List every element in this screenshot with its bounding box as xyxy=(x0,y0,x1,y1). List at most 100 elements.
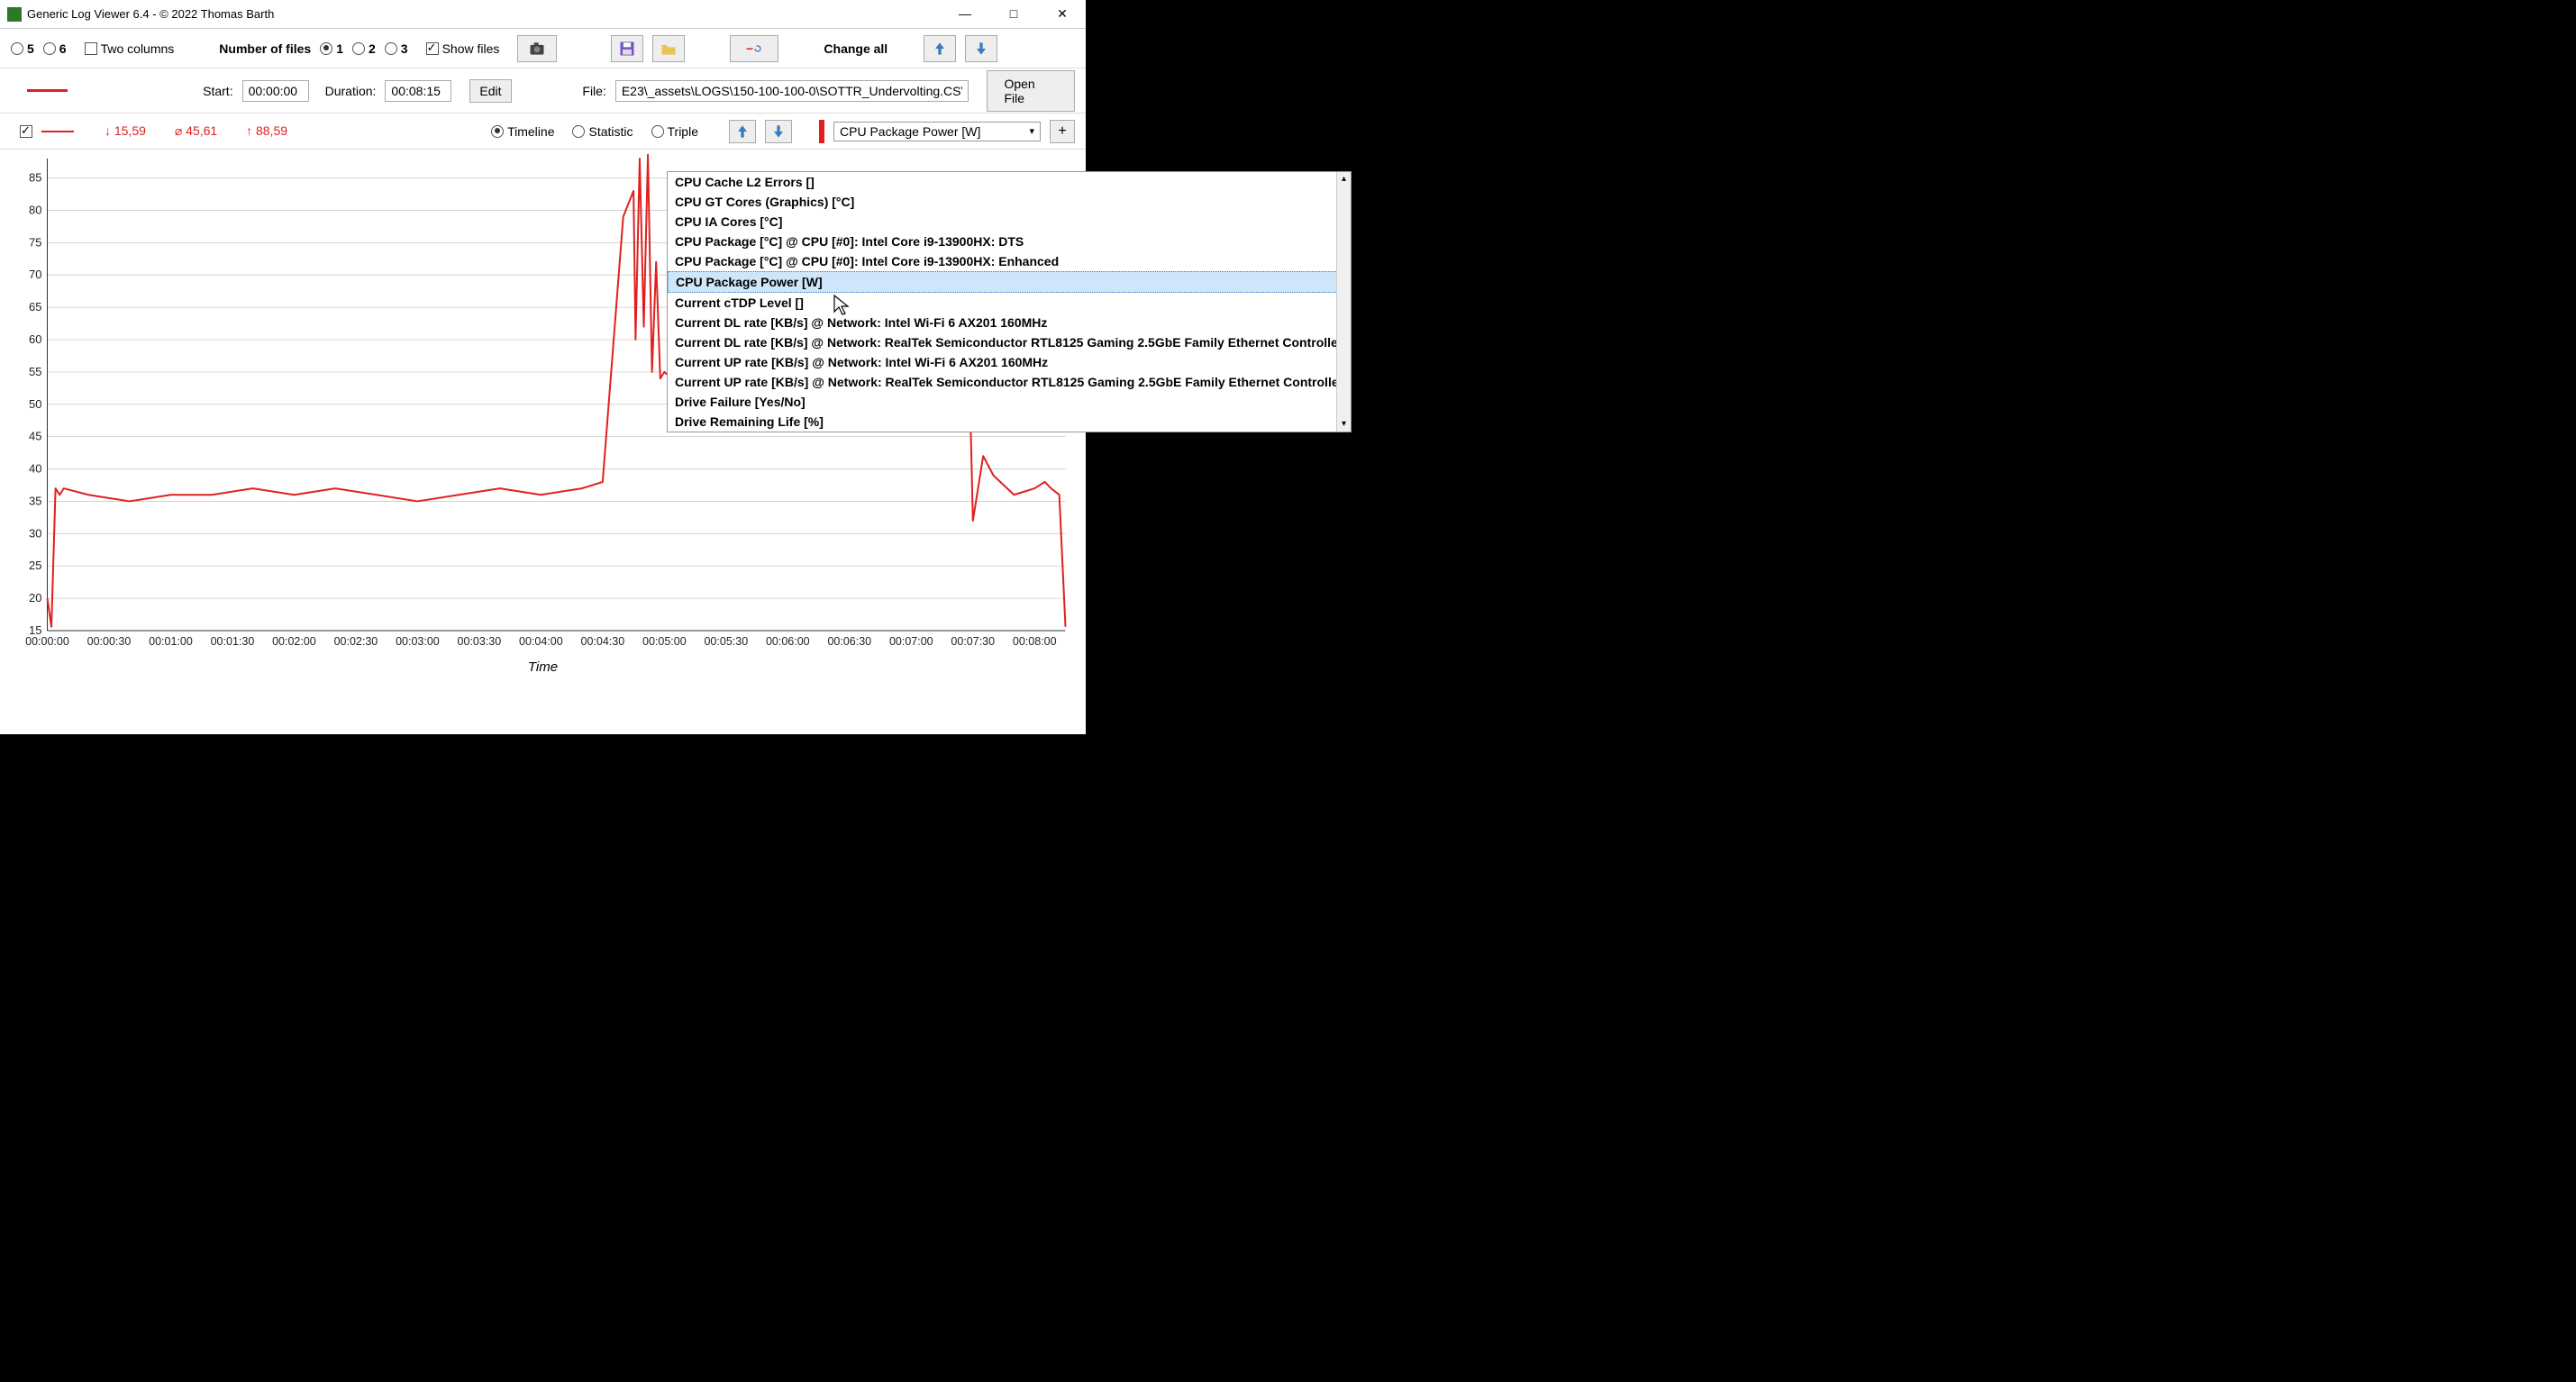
svg-text:20: 20 xyxy=(29,591,41,605)
open-file-button[interactable]: Open File xyxy=(987,70,1075,112)
screenshot-button[interactable] xyxy=(517,35,557,62)
svg-text:00:07:00: 00:07:00 xyxy=(889,635,933,648)
dropdown-item[interactable]: CPU IA Cores [°C] xyxy=(668,212,1351,232)
dropdown-item[interactable]: CPU Package [°C] @ CPU [#0]: Intel Core … xyxy=(668,232,1351,251)
series-visible-checkbox[interactable] xyxy=(20,125,32,138)
folder-icon xyxy=(660,40,678,58)
svg-text:00:06:00: 00:06:00 xyxy=(766,635,810,648)
toolbar-top: 5 6 Two columns Number of files 1 2 3 Sh… xyxy=(0,29,1086,68)
minimize-button[interactable]: — xyxy=(949,6,981,22)
checkbox-two-columns[interactable]: Two columns xyxy=(85,41,175,56)
svg-text:60: 60 xyxy=(29,332,41,346)
toolbar-series: ↓ 15,59 ⌀ 45,61 ↑ 88,59 Timeline Statist… xyxy=(0,114,1086,150)
radio-numfiles-2[interactable]: 2 xyxy=(352,41,376,56)
dropdown-item[interactable]: Current DL rate [KB/s] @ Network: Intel … xyxy=(668,313,1351,332)
arrow-down-icon xyxy=(972,40,990,58)
titlebar: Generic Log Viewer 6.4 - © 2022 Thomas B… xyxy=(0,0,1086,29)
move-up-all-button[interactable] xyxy=(924,35,956,62)
minus-refresh-icon xyxy=(745,40,763,58)
move-series-up-button[interactable] xyxy=(729,120,756,143)
svg-text:35: 35 xyxy=(29,494,41,507)
close-button[interactable]: ✕ xyxy=(1046,6,1079,22)
stat-max: ↑ 88,59 xyxy=(246,123,300,138)
radio-view-triple[interactable]: Triple xyxy=(651,124,699,139)
svg-text:00:03:00: 00:03:00 xyxy=(396,635,440,648)
svg-text:00:00:00: 00:00:00 xyxy=(25,635,69,648)
dropdown-item[interactable]: CPU Cache L2 Errors [] xyxy=(668,172,1351,192)
svg-text:65: 65 xyxy=(29,300,41,314)
checkbox-show-files[interactable]: Show files xyxy=(426,41,500,56)
svg-text:00:00:30: 00:00:30 xyxy=(87,635,132,648)
camera-icon xyxy=(528,40,546,58)
dropdown-item[interactable]: Current cTDP Level [] xyxy=(668,293,1351,313)
dropdown-item[interactable]: Drive Remaining Life [%] xyxy=(668,412,1351,432)
change-all-label: Change all xyxy=(824,41,887,56)
svg-text:80: 80 xyxy=(29,203,41,216)
stat-avg: ⌀ 45,61 xyxy=(175,123,230,138)
radio-numfiles-3[interactable]: 3 xyxy=(385,41,408,56)
edit-button[interactable]: Edit xyxy=(469,79,511,103)
move-down-all-button[interactable] xyxy=(965,35,997,62)
dropdown-item[interactable]: CPU GT Cores (Graphics) [°C] xyxy=(668,192,1351,212)
window-title: Generic Log Viewer 6.4 - © 2022 Thomas B… xyxy=(27,7,949,21)
svg-text:00:03:30: 00:03:30 xyxy=(458,635,502,648)
svg-text:00:07:30: 00:07:30 xyxy=(951,635,995,648)
arrow-up-icon xyxy=(733,123,751,141)
series-marker xyxy=(819,120,824,143)
start-input[interactable] xyxy=(242,80,309,102)
series-color-indicator xyxy=(41,131,74,132)
stat-min: ↓ 15,59 xyxy=(105,123,159,138)
radio-6[interactable]: 6 xyxy=(43,41,67,56)
svg-text:70: 70 xyxy=(29,268,41,281)
num-files-label: Number of files xyxy=(219,41,311,56)
svg-text:75: 75 xyxy=(29,235,41,249)
duration-input[interactable] xyxy=(385,80,451,102)
scroll-down-icon[interactable]: ▾ xyxy=(1337,417,1351,432)
dropdown-item[interactable]: Drive Failure [Yes/No] xyxy=(668,392,1351,412)
mouse-cursor-icon xyxy=(833,294,851,317)
svg-text:45: 45 xyxy=(29,430,41,443)
dropdown-item[interactable]: Current DL rate [KB/s] @ Network: RealTe… xyxy=(668,332,1351,352)
svg-text:50: 50 xyxy=(29,397,41,411)
open-folder-button[interactable] xyxy=(652,35,685,62)
svg-text:30: 30 xyxy=(29,526,41,540)
x-axis-label: Time xyxy=(9,659,1077,675)
series-stats: ↓ 15,59 ⌀ 45,61 ↑ 88,59 xyxy=(105,123,313,139)
svg-text:00:02:30: 00:02:30 xyxy=(334,635,378,648)
radio-view-timeline[interactable]: Timeline xyxy=(491,124,554,139)
duration-label: Duration: xyxy=(325,84,377,98)
save-button[interactable] xyxy=(611,35,643,62)
file-path-input[interactable] xyxy=(615,80,969,102)
svg-text:40: 40 xyxy=(29,462,41,476)
floppy-icon xyxy=(618,40,636,58)
svg-text:00:05:00: 00:05:00 xyxy=(642,635,687,648)
remove-sync-button[interactable] xyxy=(730,35,778,62)
metric-dropdown-list[interactable]: ▴ ▾ CPU Cache L2 Errors []CPU GT Cores (… xyxy=(667,171,1352,432)
radio-5[interactable]: 5 xyxy=(11,41,34,56)
app-icon xyxy=(7,7,22,22)
add-metric-button[interactable]: + xyxy=(1050,120,1075,143)
svg-text:00:02:00: 00:02:00 xyxy=(272,635,316,648)
dropdown-item[interactable]: Current UP rate [KB/s] @ Network: RealTe… xyxy=(668,372,1351,392)
svg-text:00:04:00: 00:04:00 xyxy=(519,635,563,648)
metric-dropdown[interactable]: CPU Package Power [W] xyxy=(833,122,1041,141)
file-label: File: xyxy=(582,84,605,98)
plus-icon: + xyxy=(1058,123,1066,140)
svg-text:55: 55 xyxy=(29,365,41,378)
radio-view-statistic[interactable]: Statistic xyxy=(572,124,633,139)
svg-text:00:06:30: 00:06:30 xyxy=(827,635,871,648)
dropdown-item[interactable]: CPU Package [°C] @ CPU [#0]: Intel Core … xyxy=(668,251,1351,271)
dropdown-scrollbar[interactable]: ▴ ▾ xyxy=(1336,172,1351,432)
arrow-up-icon xyxy=(931,40,949,58)
scroll-up-icon[interactable]: ▴ xyxy=(1337,172,1351,186)
move-series-down-button[interactable] xyxy=(765,120,792,143)
maximize-button[interactable]: □ xyxy=(997,6,1030,22)
svg-text:00:08:00: 00:08:00 xyxy=(1013,635,1057,648)
arrow-down-icon xyxy=(769,123,787,141)
dropdown-item[interactable]: Current UP rate [KB/s] @ Network: Intel … xyxy=(668,352,1351,372)
svg-text:85: 85 xyxy=(29,171,41,185)
dropdown-item[interactable]: CPU Package Power [W] xyxy=(668,271,1351,293)
radio-numfiles-1[interactable]: 1 xyxy=(320,41,343,56)
svg-text:00:05:30: 00:05:30 xyxy=(704,635,748,648)
svg-text:25: 25 xyxy=(29,559,41,572)
